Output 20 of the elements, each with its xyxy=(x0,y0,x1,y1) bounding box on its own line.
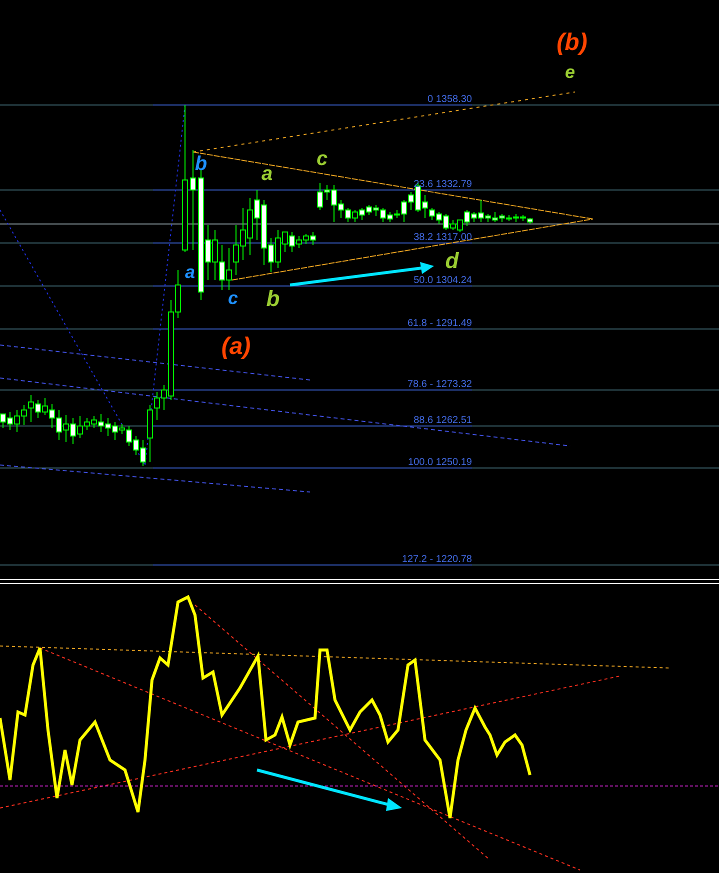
fib-level-label: 50.0 1304.24 xyxy=(414,275,472,286)
fib-level-label: 0 1358.30 xyxy=(428,94,472,105)
fib-level-label: 100.0 1250.19 xyxy=(408,457,472,468)
wave-label: a xyxy=(185,262,195,282)
wave-label: a xyxy=(261,163,273,185)
wave-label: b xyxy=(266,286,280,311)
arrow-icon xyxy=(290,262,434,286)
wave-label: c xyxy=(228,288,238,308)
arrow-icon xyxy=(256,768,402,811)
wave-label: (a) xyxy=(221,333,251,360)
fib-level-label: 127.2 - 1220.78 xyxy=(402,554,472,565)
fib-level-label: 88.6 1262.51 xyxy=(414,415,472,426)
wave-label: d xyxy=(445,248,459,273)
fib-level-label: 61.8 - 1291.49 xyxy=(408,318,472,329)
wave-label: b xyxy=(194,153,208,175)
wave-label: (b) xyxy=(556,29,588,56)
fib-level-label: 78.6 - 1273.32 xyxy=(408,379,472,390)
fib-level-label: 38.2 1317.00 xyxy=(414,232,472,243)
wave-label: e xyxy=(565,62,575,82)
wave-label: c xyxy=(316,148,328,170)
